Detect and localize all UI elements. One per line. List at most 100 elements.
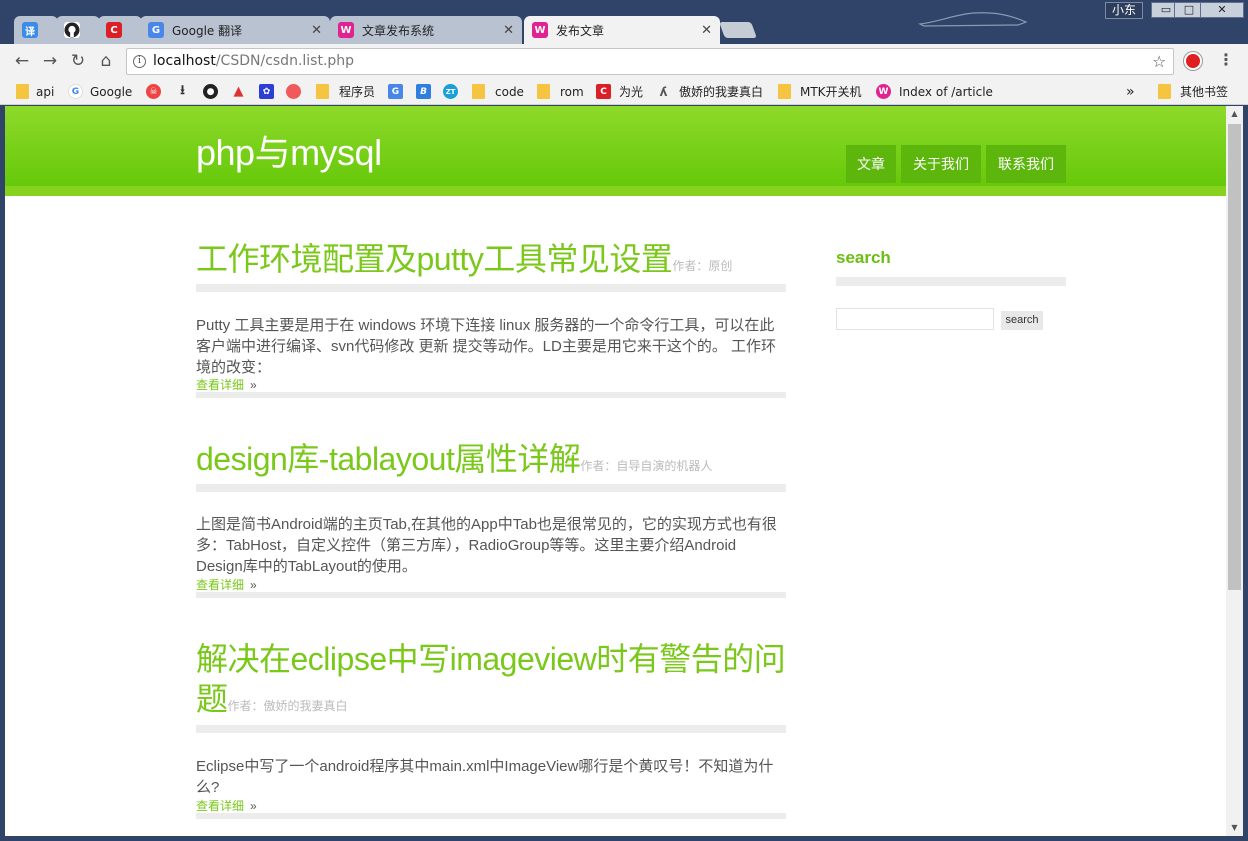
folder-icon	[1158, 84, 1171, 99]
tab-github[interactable]	[56, 16, 100, 44]
car-theme-icon	[918, 12, 1028, 27]
search-button[interactable]: search	[1001, 311, 1043, 330]
read-more-link[interactable]: 查看详细»	[196, 576, 786, 593]
csdn-icon: C	[106, 22, 122, 38]
browser-toolbar: ← → ↻ ⌂ i localhost/CSDN/csdn.list.php ☆…	[0, 44, 1248, 78]
post-item: design库-tablayout属性详解作者：自导自演的机器人	[196, 439, 786, 486]
tab-close-icon[interactable]: ✕	[701, 23, 712, 38]
github-icon	[64, 22, 80, 38]
header-underline	[5, 186, 1226, 196]
close-window-button[interactable]: ✕	[1200, 2, 1244, 18]
tab-article-system[interactable]: W 文章发布系统 ✕	[330, 16, 522, 44]
nav-contact-us[interactable]: 联系我们	[986, 145, 1066, 183]
nav-about-us[interactable]: 关于我们	[901, 145, 981, 183]
translate-ext-icon: 译	[22, 22, 38, 38]
divider	[196, 725, 786, 733]
scrollbar-thumb[interactable]	[1228, 124, 1241, 590]
folder-icon	[472, 84, 485, 99]
home-icon[interactable]: ⌂	[96, 51, 116, 71]
scroll-down-icon[interactable]: ▼	[1226, 820, 1243, 836]
sidebar-search-title: search	[836, 248, 891, 267]
w-icon: W	[876, 84, 891, 99]
bookmark-baidu[interactable]: ✿	[259, 83, 274, 100]
tab-label: 文章发布系统	[362, 23, 435, 38]
bookmark-star-icon[interactable]: ☆	[1152, 52, 1166, 71]
b-icon: B	[416, 84, 431, 99]
scroll-up-icon[interactable]: ▲	[1226, 106, 1243, 122]
folder-icon	[316, 84, 329, 99]
site-info-icon[interactable]: i	[133, 55, 146, 68]
browser-titlebar: 译 C G Google 翻译 ✕ W 文章发布系统 ✕ W 发布文章 ✕ 小东…	[0, 0, 1248, 44]
post-excerpt: Eclipse中写了一个android程序其中main.xml中ImageVie…	[196, 758, 774, 796]
bookmark-skull[interactable]: ☠	[146, 83, 161, 100]
bookmark-folder-code[interactable]: code	[472, 83, 524, 100]
tab-google-translate[interactable]: G Google 翻译 ✕	[140, 16, 330, 44]
post-title[interactable]: 解决在eclipse中写imageview时有警告的问题作者：傲娇的我妻真白	[196, 639, 786, 726]
bookmark-folder-rom[interactable]: rom	[537, 83, 584, 100]
skull-icon: ☠	[146, 84, 161, 99]
post-title[interactable]: design库-tablayout属性详解作者：自导自演的机器人	[196, 439, 786, 486]
bookmark-translate[interactable]: G	[388, 83, 403, 100]
tab-csdn[interactable]: C	[98, 16, 142, 44]
tab-close-icon[interactable]: ✕	[503, 23, 514, 38]
bookmark-folder-programmer[interactable]: 程序员	[316, 83, 375, 100]
post-excerpt: Putty 工具主要是用于在 windows 环境下连接 linux 服务器的一…	[196, 317, 777, 376]
bookmark-flame[interactable]: ▲	[231, 83, 246, 100]
divider	[196, 592, 786, 598]
new-tab-button[interactable]	[719, 22, 757, 38]
bookmark-google[interactable]: G Google	[68, 83, 132, 100]
bookmark-github[interactable]: ●	[203, 83, 218, 100]
tab-publish-article[interactable]: W 发布文章 ✕	[524, 16, 720, 44]
post-author: 作者：傲娇的我妻真白	[227, 699, 348, 713]
url-host: localhost	[153, 53, 216, 69]
url-path: /CSDN/csdn.list.php	[215, 53, 355, 69]
search-input[interactable]	[836, 308, 994, 330]
forward-icon[interactable]: →	[40, 51, 60, 71]
translate-icon: G	[388, 84, 403, 99]
bookmark-folder-mtk[interactable]: MTK开关机	[778, 83, 862, 100]
post-title[interactable]: 工作环境配置及putty工具常见设置作者：原创	[196, 239, 786, 286]
back-icon[interactable]: ←	[12, 51, 32, 71]
site-title[interactable]: php与mysql	[196, 124, 382, 176]
bookmark-index-article[interactable]: W Index of /article	[876, 83, 993, 100]
folder-icon	[778, 84, 791, 99]
circle-icon	[286, 84, 301, 99]
menu-icon[interactable]: ⋮	[1218, 50, 1234, 69]
bookmark-b[interactable]: B	[416, 83, 431, 100]
c-icon: C	[596, 84, 611, 99]
profile-badge[interactable]: 小东	[1105, 2, 1143, 19]
tab-close-icon[interactable]: ✕	[311, 23, 322, 38]
bookmarks-overflow-button[interactable]: »	[1126, 83, 1135, 100]
divider	[196, 392, 786, 398]
post-item: 解决在eclipse中写imageview时有警告的问题作者：傲娇的我妻真白	[196, 639, 786, 726]
reload-icon[interactable]: ↻	[68, 51, 88, 71]
vertical-scrollbar[interactable]: ▲ ▼	[1226, 106, 1243, 836]
zt-icon: ZT	[443, 84, 458, 99]
bookmark-circle[interactable]	[286, 83, 301, 100]
bookmark-aojiao[interactable]: ʎ 傲娇的我妻真白	[656, 83, 763, 100]
bookmark-zt[interactable]: ZT	[443, 83, 458, 100]
extension-icon[interactable]	[1184, 52, 1202, 70]
nav-articles[interactable]: 文章	[846, 145, 896, 183]
google-icon: G	[68, 84, 83, 99]
read-more-link[interactable]: 查看详细»	[196, 376, 786, 393]
paw-icon: ✿	[259, 84, 274, 99]
address-bar[interactable]: i localhost/CSDN/csdn.list.php	[126, 48, 1174, 75]
flame-icon: ▲	[233, 84, 244, 99]
bookmark-folder-other[interactable]: 其他书签	[1158, 83, 1228, 100]
read-more-link[interactable]: 查看详细»	[196, 797, 786, 814]
github-icon: ●	[203, 84, 218, 99]
bookmark-download[interactable]: ⭳	[175, 83, 190, 100]
divider	[196, 284, 786, 292]
tab-translate-ext[interactable]: 译	[14, 16, 58, 44]
page-viewport: php与mysql 文章 关于我们 联系我们 工作环境配置及putty工具常见设…	[5, 106, 1226, 836]
w-site-icon: W	[532, 22, 548, 38]
signature-icon: ʎ	[659, 84, 668, 99]
bookmark-folder-api[interactable]: api	[16, 83, 54, 100]
divider	[196, 484, 786, 492]
folder-icon	[537, 84, 550, 99]
bookmark-weiguang[interactable]: C 为光	[596, 83, 643, 100]
tab-label: 发布文章	[556, 23, 605, 38]
w-site-icon: W	[338, 22, 354, 38]
post-author: 作者：原创	[672, 259, 733, 273]
